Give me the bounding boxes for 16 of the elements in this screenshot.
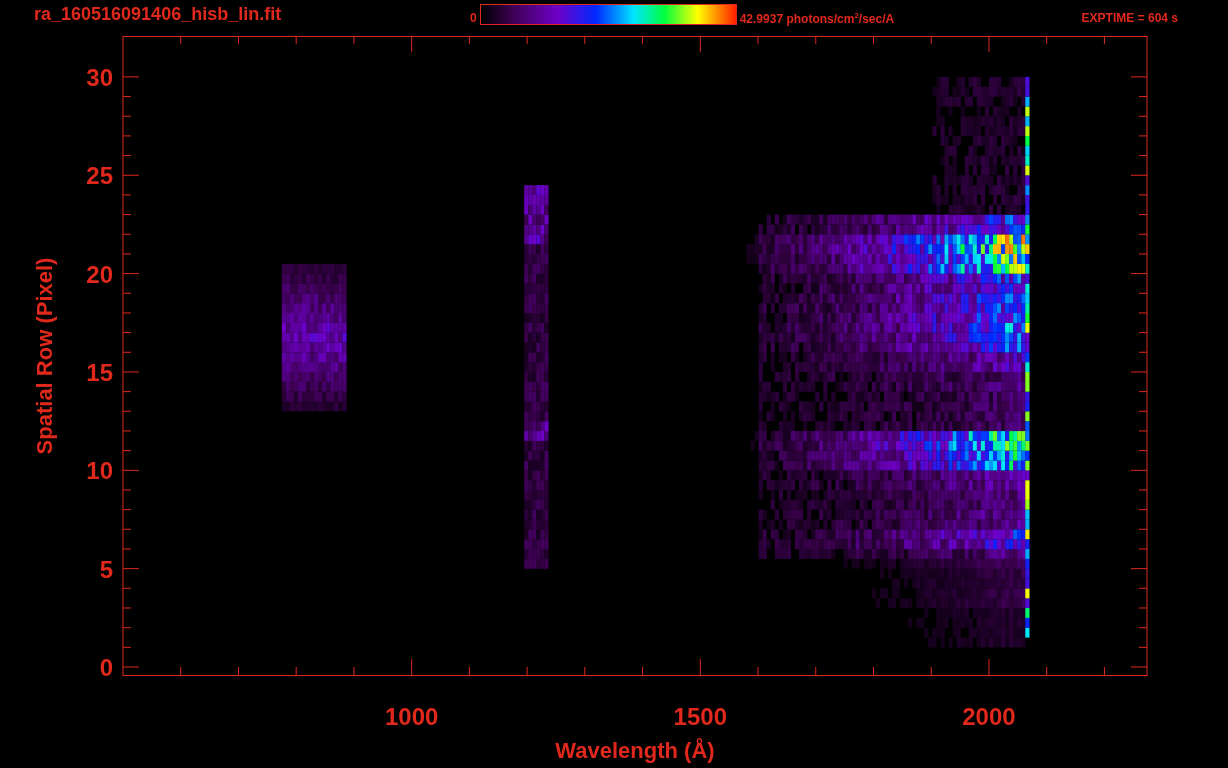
y-tick-label: 30	[86, 63, 113, 91]
x-tick-label: 1500	[673, 703, 727, 730]
exposure-time: EXPTIME = 604 s	[1081, 11, 1178, 25]
y-tick-label: 0	[99, 654, 113, 681]
colorbar-max-label: 42.9937 photons/cm$^{2}$/sec/A	[739, 11, 895, 26]
colorbar-min-label: 0	[470, 11, 477, 25]
x-axis-title: Wavelength (Å)	[555, 738, 715, 763]
y-tick-label: 25	[86, 162, 113, 190]
y-tick-label: 20	[86, 260, 113, 288]
y-tick-label: 10	[86, 457, 113, 485]
x-tick-label: 1000	[384, 703, 439, 730]
y-tick-label: 15	[86, 358, 113, 386]
x-tick-label: 2000	[962, 703, 1016, 730]
y-tick-label: 5	[99, 555, 113, 583]
file-name: ra_160516091406_hisb_lin.fit	[34, 4, 283, 25]
y-axis-title: Spatial Row (Pixel)	[32, 257, 57, 455]
